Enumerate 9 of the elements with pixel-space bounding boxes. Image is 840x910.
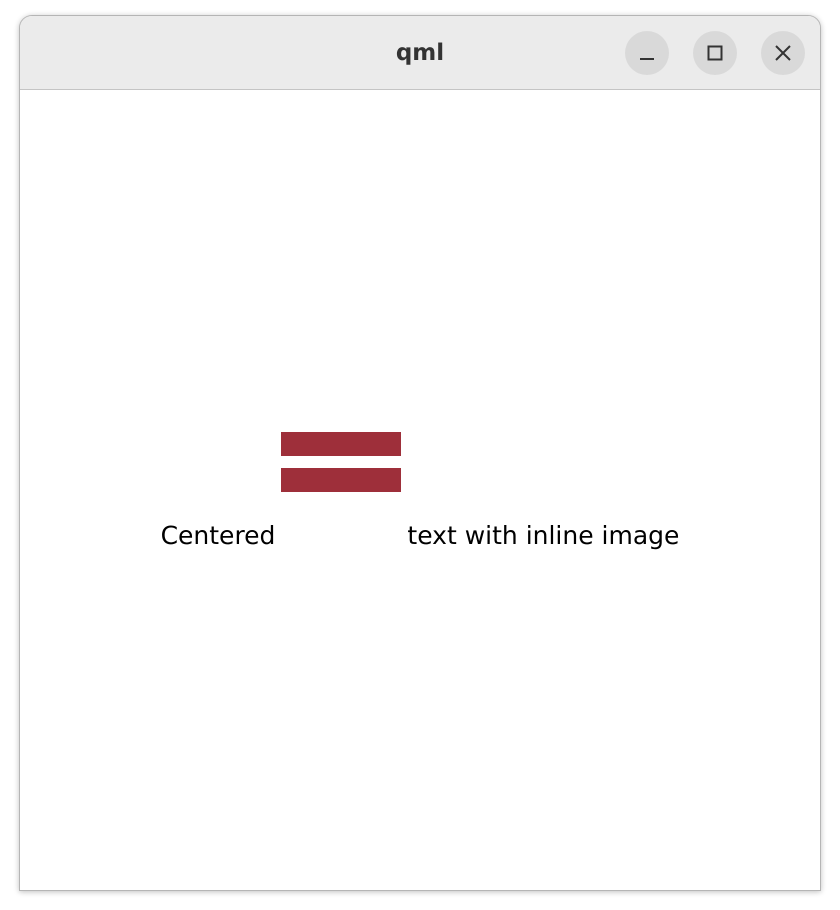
close-button[interactable] (761, 31, 805, 75)
window-title: qml (396, 40, 444, 66)
maximize-icon (706, 44, 724, 62)
close-icon (774, 44, 792, 62)
text-label: Centered (160, 521, 276, 551)
text-label: text with inline image (407, 521, 680, 551)
maximize-button[interactable] (693, 31, 737, 75)
minimize-icon (640, 58, 654, 60)
flag-icon (281, 432, 402, 492)
